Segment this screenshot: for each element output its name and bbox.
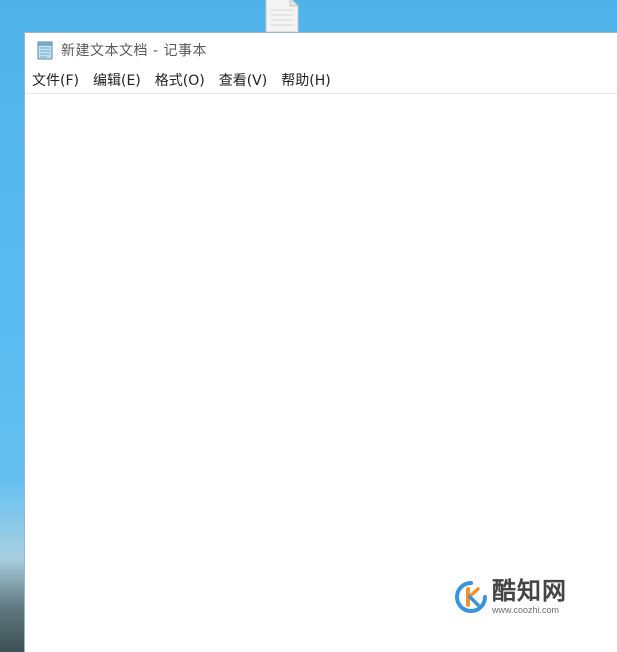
menu-bar: 文件(F) 编辑(E) 格式(O) 查看(V) 帮助(H) (25, 69, 617, 94)
menu-help[interactable]: 帮助(H) (274, 69, 337, 93)
menu-view[interactable]: 查看(V) (212, 69, 275, 93)
watermark: 酷知网 www.coozhi.com (454, 579, 567, 615)
coozhi-logo-icon (455, 581, 487, 613)
watermark-url: www.coozhi.com (492, 605, 560, 615)
text-editor-area[interactable] (25, 94, 617, 652)
menu-format[interactable]: 格式(O) (148, 69, 212, 93)
notepad-icon[interactable] (35, 40, 55, 60)
menu-file[interactable]: 文件(F) (25, 69, 86, 93)
title-bar[interactable]: 新建文本文档 - 记事本 (25, 33, 617, 67)
text-file-icon[interactable] (263, 0, 301, 32)
notepad-window: 新建文本文档 - 记事本 文件(F) 编辑(E) 格式(O) 查看(V) 帮助(… (24, 32, 617, 652)
watermark-brand: 酷知网 (492, 577, 567, 605)
window-title: 新建文本文档 - 记事本 (61, 43, 207, 59)
menu-edit[interactable]: 编辑(E) (86, 69, 148, 93)
